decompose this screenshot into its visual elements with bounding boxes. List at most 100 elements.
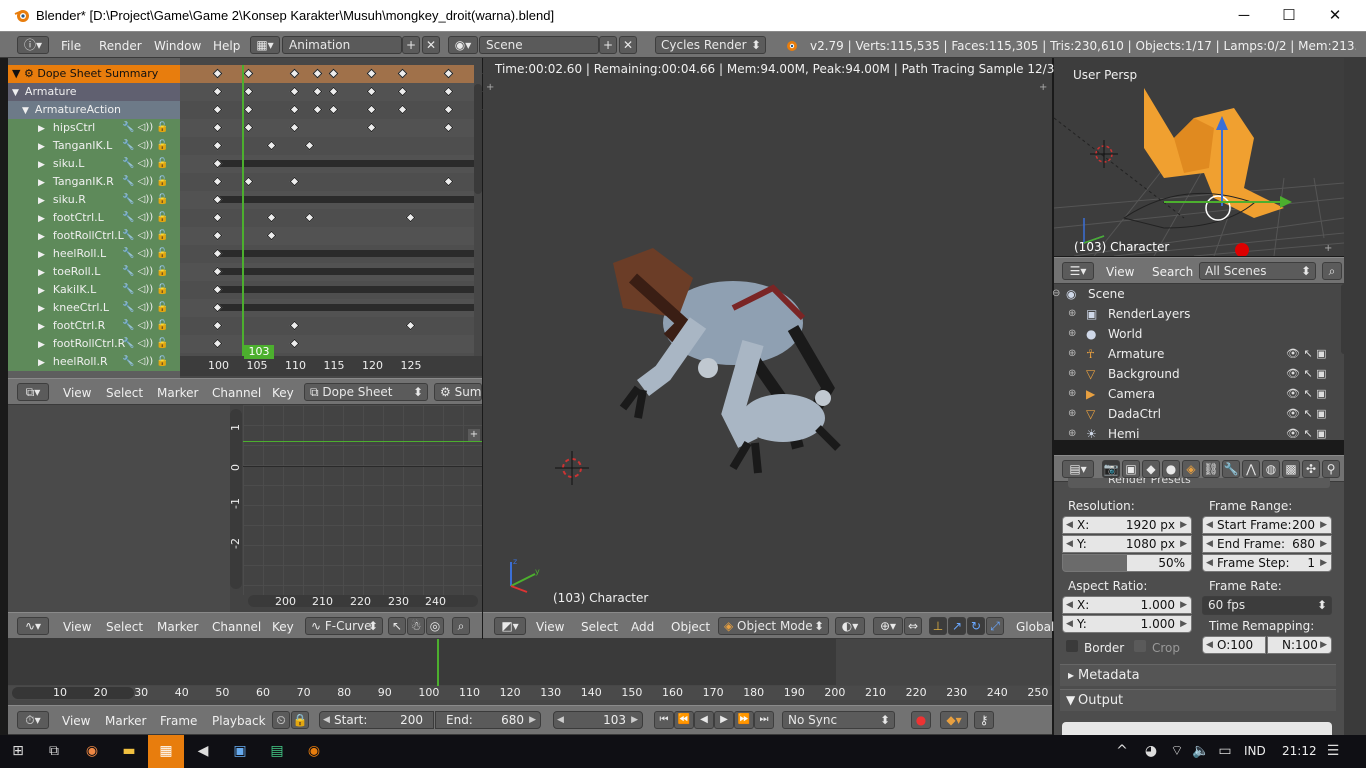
editor-type-3d-button[interactable]: ◩▾: [494, 617, 526, 635]
ge-menu-channel[interactable]: Channel: [212, 619, 261, 635]
windows-start-icon[interactable]: ⊞: [0, 735, 36, 768]
scene-icon[interactable]: ◉▾: [448, 36, 478, 54]
tl-menu-frame[interactable]: Frame: [160, 713, 197, 729]
screen-layout-field[interactable]: Animation: [282, 36, 402, 54]
app-icon[interactable]: ▤: [259, 735, 295, 768]
expand-triangle-icon[interactable]: ▶: [38, 214, 45, 224]
active-app-icon[interactable]: ▦: [148, 735, 184, 768]
editor-type-properties-button[interactable]: ▤▾: [1062, 460, 1094, 478]
menu-file[interactable]: File: [61, 38, 81, 54]
volume-icon[interactable]: 🔈: [1190, 735, 1212, 768]
expand-icon[interactable]: ⊕: [1068, 324, 1076, 344]
remap-new-field[interactable]: N:100 ▶: [1267, 636, 1332, 654]
expand-triangle-icon[interactable]: ▶: [38, 358, 45, 368]
jump-end-icon[interactable]: ⏭: [754, 711, 774, 729]
chrome-icon[interactable]: ◉: [74, 735, 110, 768]
jump-prev-key-icon[interactable]: ⏪: [674, 711, 694, 729]
channel-toggle-icons[interactable]: 🔧 ◁)) 🔓: [122, 227, 169, 245]
3d-cursor-icon[interactable]: [555, 451, 589, 485]
add-region-icon[interactable]: +: [1324, 243, 1332, 254]
collapse-triangle-icon[interactable]: ▼: [12, 88, 19, 98]
lock-icon[interactable]: 🔒: [291, 711, 309, 729]
ds-menu-view[interactable]: View: [63, 385, 91, 401]
output-panel-header[interactable]: ▼ Output: [1060, 689, 1336, 711]
physics-tab-icon[interactable]: ⚲: [1322, 460, 1340, 478]
vp-menu-add[interactable]: Add: [631, 619, 654, 635]
tl-menu-marker[interactable]: Marker: [105, 713, 146, 729]
maximize-button[interactable]: ☐: [1266, 0, 1312, 31]
constraints-tab-icon[interactable]: ⛓: [1202, 460, 1220, 478]
channel-toggle-icons[interactable]: 🔧 ◁)) 🔓: [122, 299, 169, 317]
expand-icon[interactable]: ⊕: [1068, 364, 1076, 384]
channel-toggle-icons[interactable]: 🔧 ◁)) 🔓: [122, 263, 169, 281]
task-view-icon[interactable]: ⧉: [36, 735, 72, 768]
manipulator-icon[interactable]: ⊥: [929, 617, 947, 635]
object-tab-icon[interactable]: ◈: [1182, 460, 1200, 478]
expand-triangle-icon[interactable]: ▶: [38, 322, 45, 332]
screen-layout-icon[interactable]: ▦▾: [250, 36, 280, 54]
particles-tab-icon[interactable]: ✣: [1302, 460, 1320, 478]
channel-bone[interactable]: ▶ hipsCtrl 🔧 ◁)) 🔓: [8, 119, 180, 137]
clock-time[interactable]: 21:12: [1282, 744, 1317, 758]
channel-bone[interactable]: ▶ kneeCtrl.L 🔧 ◁)) 🔓: [8, 299, 180, 317]
menu-window[interactable]: Window: [154, 38, 201, 54]
sync-mode-dropdown[interactable]: No Sync ⬍: [782, 711, 895, 729]
timeline-start-field[interactable]: ◀ Start: 200: [319, 711, 434, 729]
channel-summary[interactable]: ▼ ⚙ Dope Sheet Summary: [8, 65, 180, 83]
channel-bone[interactable]: ▶ heelRoll.L 🔧 ◁)) 🔓: [8, 245, 180, 263]
minimize-button[interactable]: ─: [1221, 0, 1267, 31]
interaction-mode-dropdown[interactable]: ◈ Object Mode ⬍: [718, 617, 829, 635]
channel-bone[interactable]: ▶ footCtrl.R 🔧 ◁)) 🔓: [8, 317, 180, 335]
resolution-y-field[interactable]: ◀ Y: 1080 px ▶: [1062, 535, 1192, 553]
render-tab-icon[interactable]: 📷: [1102, 460, 1120, 478]
expand-triangle-icon[interactable]: ▶: [38, 178, 45, 188]
channel-bone[interactable]: ▶ siku.R 🔧 ◁)) 🔓: [8, 191, 180, 209]
3d-viewport[interactable]: Time:00:02.60 | Remaining:00:04.66 | Mem…: [483, 58, 1062, 612]
tray-chevron-icon[interactable]: ^: [1112, 735, 1132, 768]
channel-action[interactable]: ▼ ArmatureAction: [8, 101, 180, 119]
timeline-end-field[interactable]: End: 680 ▶: [435, 711, 541, 729]
current-frame-marker[interactable]: 103: [244, 345, 274, 359]
dopesheet-scrollbar[interactable]: [474, 84, 482, 194]
outliner-row[interactable]: ⊕ ☥ Armature 👁 ↖ ▣: [1054, 344, 1344, 364]
add-region-icon[interactable]: +: [468, 429, 480, 441]
channel-toggle-icons[interactable]: 🔧 ◁)) 🔓: [122, 245, 169, 263]
expand-icon[interactable]: ⊕: [1068, 384, 1076, 404]
collapse-icon[interactable]: ⊖: [1052, 284, 1060, 304]
snap-icon[interactable]: ⇔: [904, 617, 922, 635]
transform-orientation-label[interactable]: Global: [1016, 619, 1054, 635]
scene-tab-icon[interactable]: ◆: [1142, 460, 1160, 478]
expand-triangle-icon[interactable]: ▶: [38, 196, 45, 206]
expand-triangle-icon[interactable]: ▶: [38, 232, 45, 242]
dopesheet-mode-dropdown[interactable]: ⧉ Dope Sheet ⬍: [304, 383, 428, 401]
tl-menu-playback[interactable]: Playback: [212, 713, 266, 729]
vp-menu-select[interactable]: Select: [581, 619, 618, 635]
vp-menu-object[interactable]: Object: [671, 619, 710, 635]
search-icon[interactable]: ⌕: [452, 617, 470, 635]
app-icon[interactable]: ▣: [222, 735, 258, 768]
menu-render[interactable]: Render: [99, 38, 142, 54]
battery-icon[interactable]: ▭: [1214, 735, 1236, 768]
data-tab-icon[interactable]: ⋀: [1242, 460, 1260, 478]
channel-toggle-icons[interactable]: 🔧 ◁)) 🔓: [122, 173, 169, 191]
editor-type-dopesheet-button[interactable]: ⧉▾: [17, 383, 49, 401]
ge-menu-key[interactable]: Key: [272, 619, 294, 635]
collapse-triangle-icon[interactable]: ▼: [22, 106, 29, 116]
expand-icon[interactable]: ⊕: [1068, 424, 1076, 444]
channel-bone[interactable]: ▶ TanganIK.R 🔧 ◁)) 🔓: [8, 173, 180, 191]
channel-object[interactable]: ▼ Armature: [8, 83, 180, 101]
jump-next-key-icon[interactable]: ⏩: [734, 711, 754, 729]
channel-bone[interactable]: ▶ TanganIK.L 🔧 ◁)) 🔓: [8, 137, 180, 155]
tl-menu-view[interactable]: View: [62, 713, 90, 729]
graph-mode-dropdown[interactable]: ∿ F-Curve ⬍: [305, 617, 383, 635]
ge-menu-select[interactable]: Select: [106, 619, 143, 635]
translate-icon[interactable]: ↗: [948, 617, 966, 635]
outliner-row[interactable]: ⊕ ▽ Background 👁 ↖ ▣: [1054, 364, 1344, 384]
add-scene-button[interactable]: +: [599, 36, 617, 54]
editor-type-graph-button[interactable]: ∿▾: [17, 617, 49, 635]
summary-toggle[interactable]: ⚙ Sum: [434, 383, 482, 401]
tray-app-icon[interactable]: ◕: [1140, 735, 1162, 768]
expand-triangle-icon[interactable]: ▶: [38, 304, 45, 314]
visibility-toggle-icons[interactable]: 👁 ↖ ▣: [1286, 424, 1327, 444]
blender-taskbar-icon[interactable]: ◉: [296, 735, 332, 768]
